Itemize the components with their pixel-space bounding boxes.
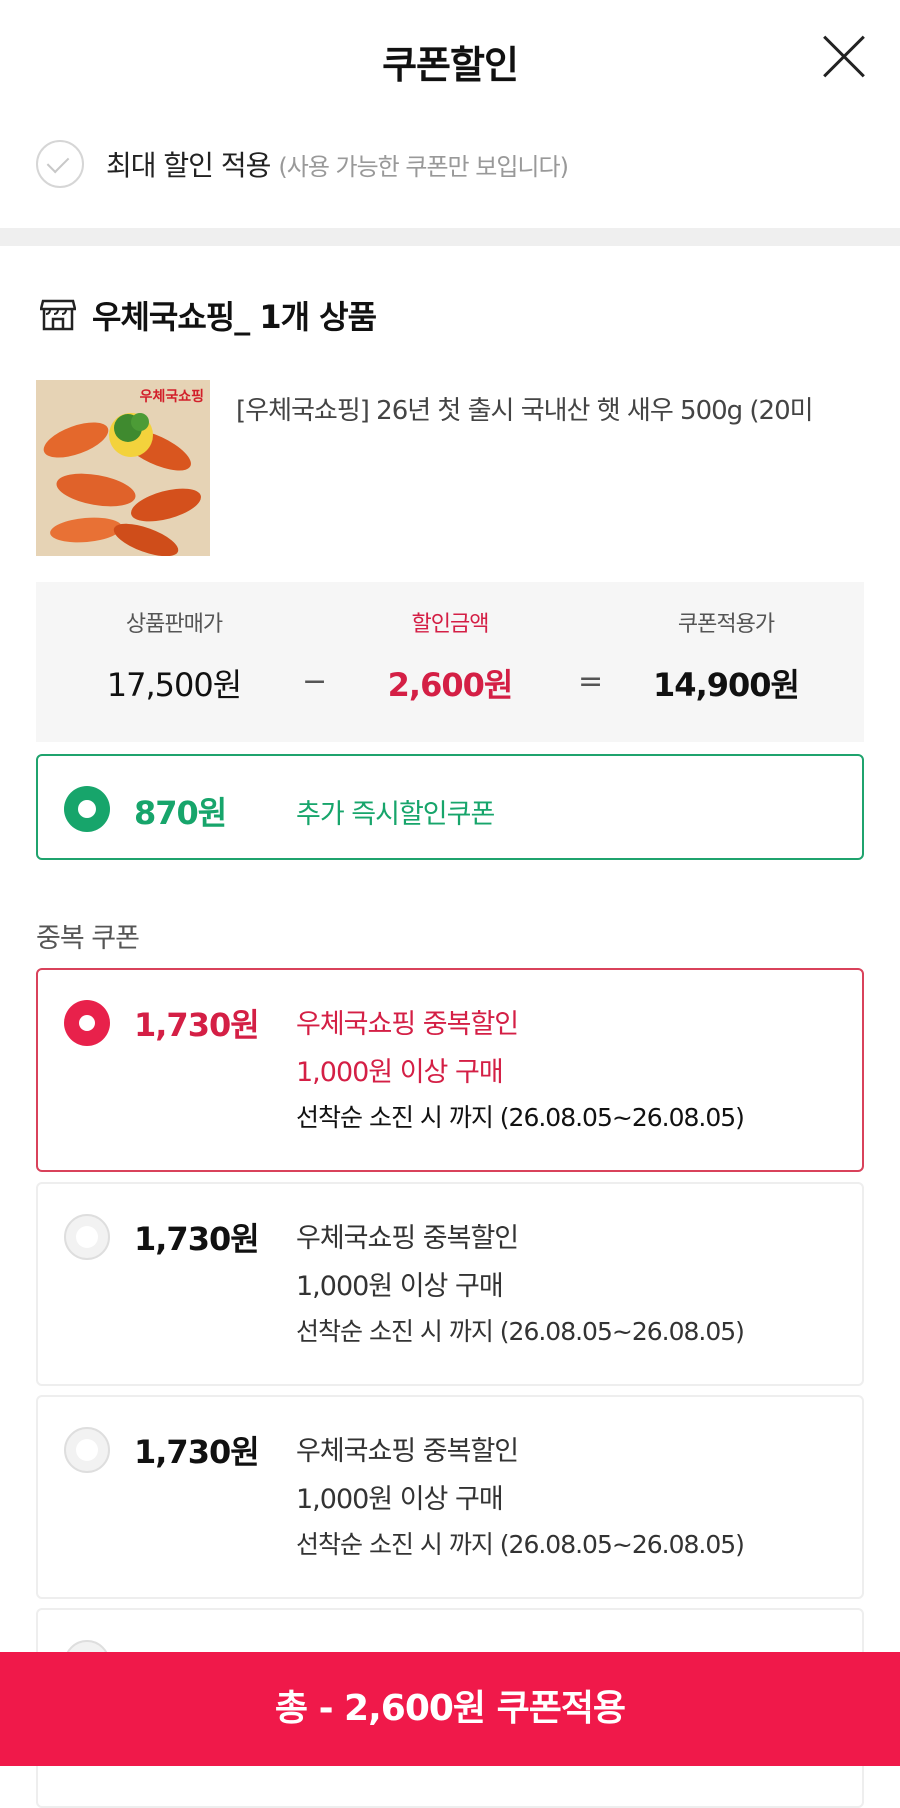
discount-value: 2,600원 [387,666,514,704]
instant-coupon[interactable]: 870원 추가 즉시할인쿠폰 [36,754,864,860]
minus-sign: − [302,664,328,699]
coupon-title: 우체국쇼핑 중복할인 [296,1436,519,1467]
radio-unselected-icon[interactable] [64,1427,110,1473]
instant-coupon-desc: 추가 즉시할인쿠폰 [296,799,495,830]
max-discount-label: 최대 할인 적용 [106,149,271,182]
coupon-title: 우체국쇼핑 중복할인 [296,1223,519,1254]
thumbnail-badge: 우체국쇼핑 [139,389,204,405]
coupon-period: 선착순 소진 시 까지 (26.08.05~26.08.05) [296,1103,745,1132]
sale-price-value: 17,500원 [106,666,242,704]
final-price-label: 쿠폰적용가 [677,612,775,637]
final-price-col: 쿠폰적용가 14,900원 [616,606,836,706]
coupon-condition: 1,000원 이상 구매 [296,1484,504,1515]
page-title: 쿠폰할인 [382,43,519,87]
section-divider [0,228,900,246]
coupon-title: 우체국쇼핑 중복할인 [296,1009,519,1040]
coupon-condition: 1,000원 이상 구매 [296,1271,504,1302]
radio-unselected-icon[interactable] [64,1214,110,1260]
coupon-amount: 1,730원 [134,1433,260,1471]
apply-coupon-button[interactable]: 총 - 2,600원 쿠폰적용 [0,1652,900,1766]
radio-selected-icon[interactable] [64,786,110,832]
instant-coupon-amount: 870원 [134,794,227,832]
close-icon[interactable] [822,34,866,78]
product-thumbnail: 우체국쇼핑 [36,380,210,556]
discount-label: 할인금액 [411,612,490,637]
product-name[interactable]: [우체국쇼핑] 26년 첫 출시 국내산 햇 새우 500g (20미 [236,390,876,427]
dup-coupon-item[interactable]: 1,730원 우체국쇼핑 중복할인 1,000원 이상 구매 선착순 소진 시 … [36,968,864,1172]
coupon-amount: 1,730원 [134,1220,260,1258]
radio-selected-icon[interactable] [64,1000,110,1046]
coupon-period: 선착순 소진 시 까지 (26.08.05~26.08.05) [296,1317,745,1346]
equals-sign: = [578,664,604,699]
coupon-period: 선착순 소진 시 까지 (26.08.05~26.08.05) [296,1530,745,1559]
store-name: 우체국쇼핑_ 1개 상품 [92,298,377,336]
dup-coupon-item[interactable]: 1,730원 우체국쇼핑 중복할인 1,000원 이상 구매 선착순 소진 시 … [36,1182,864,1386]
max-discount-toggle[interactable]: 최대 할인 적용 (사용 가능한 쿠폰만 보입니다) [36,138,569,190]
dup-coupon-item[interactable]: 1,730원 우체국쇼핑 중복할인 1,000원 이상 구매 선착순 소진 시 … [36,1395,864,1599]
store-header: 우체국쇼핑_ 1개 상품 [40,292,377,338]
price-summary: 상품판매가 17,500원 − 할인금액 2,600원 = 쿠폰적용가 14,9… [36,582,864,742]
check-icon[interactable] [36,140,84,188]
coupon-amount: 1,730원 [134,1006,260,1044]
final-price-value: 14,900원 [653,666,800,704]
coupon-condition: 1,000원 이상 구매 [296,1057,504,1088]
sale-price-label: 상품판매가 [125,612,223,637]
discount-col: 할인금액 2,600원 [340,606,560,706]
max-discount-note: (사용 가능한 쿠폰만 보입니다) [278,152,569,181]
dup-coupon-heading: 중복 쿠폰 [36,923,140,954]
store-icon [40,299,76,331]
header: 쿠폰할인 [0,0,900,118]
sale-price-col: 상품판매가 17,500원 [64,606,284,706]
